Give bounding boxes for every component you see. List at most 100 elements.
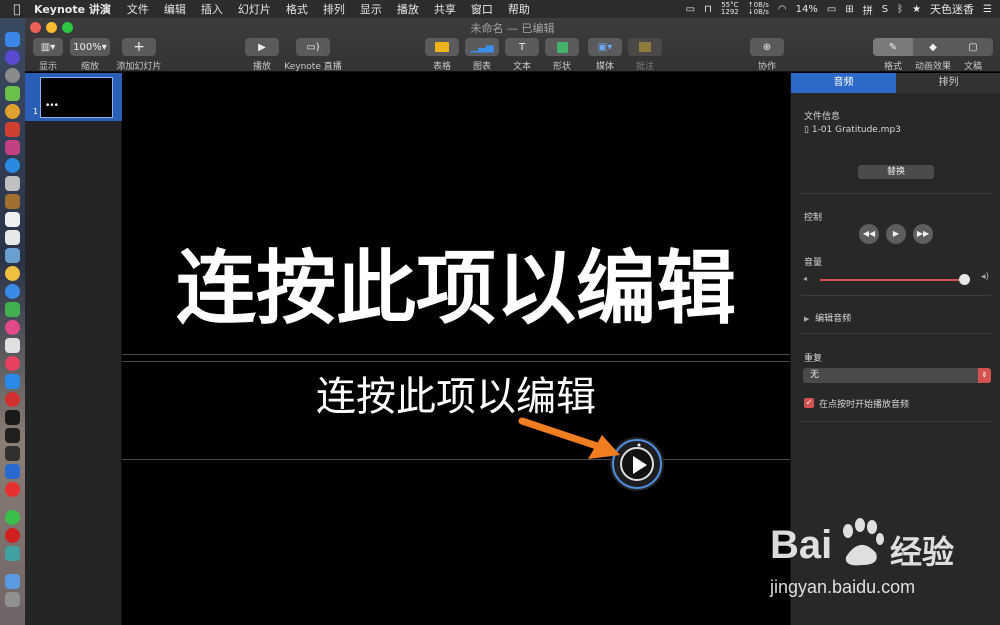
yandex-icon[interactable] bbox=[5, 482, 20, 497]
finder-icon[interactable] bbox=[5, 32, 20, 47]
slide-thumbnail-selected[interactable]: 1 ••• bbox=[25, 73, 122, 121]
music-icon[interactable] bbox=[5, 356, 20, 371]
replace-button[interactable]: 替换 bbox=[858, 165, 934, 179]
format-button[interactable]: ✎ bbox=[873, 38, 913, 56]
console-icon[interactable] bbox=[5, 446, 20, 461]
table-button[interactable] bbox=[425, 38, 459, 56]
app-store-icon[interactable] bbox=[5, 374, 20, 389]
input-method-icon[interactable]: 拼 bbox=[863, 2, 873, 17]
folder-icon[interactable] bbox=[5, 574, 20, 589]
disclosure-triangle-icon: ▶ bbox=[804, 315, 810, 323]
table-icon bbox=[435, 42, 449, 52]
siri-icon[interactable] bbox=[5, 50, 20, 65]
preview-icon[interactable] bbox=[5, 248, 20, 263]
wechat-icon[interactable] bbox=[5, 510, 20, 525]
stickies-icon[interactable] bbox=[5, 230, 20, 245]
apple-menu-icon[interactable]:  bbox=[0, 2, 34, 16]
media-button[interactable]: ▣▾ bbox=[588, 38, 622, 56]
volume-high-icon: ◂) bbox=[981, 272, 990, 282]
menu-window[interactable]: 窗口 bbox=[471, 1, 493, 17]
list-icon[interactable]: ☰ bbox=[983, 4, 992, 15]
tab-audio[interactable]: 音频 bbox=[791, 73, 896, 93]
wifi-icon[interactable]: ◠ bbox=[778, 4, 787, 15]
menu-file[interactable]: 文件 bbox=[127, 1, 149, 17]
menu-format[interactable]: 格式 bbox=[286, 1, 308, 17]
battery-percent[interactable]: 14% bbox=[796, 4, 818, 15]
watermark-url: jingyan.baidu.com bbox=[770, 577, 916, 597]
network-readout[interactable]: ↑0B/s ↓0B/s bbox=[748, 2, 769, 16]
menu-play[interactable]: 播放 bbox=[397, 1, 419, 17]
animate-button[interactable]: ◆ bbox=[913, 38, 953, 56]
add-slide-button[interactable]: + bbox=[122, 38, 156, 56]
calendar-icon[interactable] bbox=[5, 212, 20, 227]
bookmark-icon[interactable]: ⊓ bbox=[704, 4, 712, 15]
notes-icon[interactable] bbox=[5, 140, 20, 155]
sogou-icon[interactable]: S bbox=[882, 4, 888, 15]
menu-share[interactable]: 共享 bbox=[434, 1, 456, 17]
document-button[interactable]: ▢ bbox=[953, 38, 993, 56]
user-name[interactable]: 天色迷香 bbox=[930, 1, 974, 17]
book-icon[interactable] bbox=[5, 194, 20, 209]
fast-forward-button[interactable]: ▶▶ bbox=[913, 224, 933, 244]
safari-icon[interactable] bbox=[5, 158, 20, 173]
menu-help[interactable]: 帮助 bbox=[508, 1, 530, 17]
menu-view[interactable]: 显示 bbox=[360, 1, 382, 17]
collaborate-button[interactable]: ⊕ bbox=[750, 38, 784, 56]
vpn-icon[interactable] bbox=[5, 338, 20, 353]
menu-edit[interactable]: 编辑 bbox=[164, 1, 186, 17]
start-on-click-checkbox[interactable]: ✓ bbox=[804, 398, 814, 408]
status-area: ▭ ⊓ 55°C 1292 ↑0B/s ↓0B/s ◠ 14% ▭ ⊞ 拼 S … bbox=[686, 0, 992, 18]
image-icon: ▣▾ bbox=[597, 41, 613, 53]
display-icon[interactable]: ▭ bbox=[686, 4, 695, 15]
trash-icon[interactable] bbox=[5, 592, 20, 607]
text-button[interactable]: T bbox=[505, 38, 539, 56]
tab-arrange[interactable]: 排列 bbox=[896, 73, 1000, 93]
document-label: 文稿 bbox=[963, 62, 982, 72]
chevron-updown-icon: ⇕ bbox=[978, 368, 991, 383]
battery-icon: ▭ bbox=[826, 3, 837, 15]
bluetooth-icon[interactable]: ᛒ bbox=[897, 4, 903, 15]
screenshot-icon[interactable] bbox=[5, 546, 20, 561]
photos-app-icon[interactable] bbox=[5, 266, 20, 281]
messages-icon[interactable] bbox=[5, 284, 20, 299]
slide-thumbnail[interactable] bbox=[40, 77, 113, 118]
chrome-icon[interactable] bbox=[5, 104, 20, 119]
shape-button[interactable] bbox=[545, 38, 579, 56]
slide-subtitle[interactable]: 连按此项以编辑 bbox=[122, 373, 790, 421]
keyboard-icon[interactable]: ⊞ bbox=[845, 4, 853, 15]
subtitle-bottom-guide bbox=[122, 459, 790, 460]
facetime-icon[interactable] bbox=[5, 302, 20, 317]
menu-arrange[interactable]: 排列 bbox=[323, 1, 345, 17]
view-button[interactable]: ▥▾ bbox=[33, 38, 63, 56]
netease-icon[interactable] bbox=[5, 528, 20, 543]
launchpad-icon[interactable] bbox=[5, 68, 20, 83]
plus-icon: + bbox=[133, 39, 145, 55]
vpn-app-icon[interactable] bbox=[5, 464, 20, 479]
itunes-icon[interactable] bbox=[5, 320, 20, 335]
star-icon[interactable]: ★ bbox=[912, 4, 921, 15]
volume-slider[interactable] bbox=[820, 279, 964, 281]
activity-icon[interactable] bbox=[5, 428, 20, 443]
terminal-icon[interactable] bbox=[5, 410, 20, 425]
repeat-select[interactable]: 无 ⇕ bbox=[803, 368, 991, 383]
slide-canvas[interactable]: 连按此项以编辑 连按此项以编辑 bbox=[122, 73, 790, 625]
photos-icon[interactable] bbox=[5, 176, 20, 191]
vivaldi-icon[interactable] bbox=[5, 392, 20, 407]
rewind-button[interactable]: ◀◀ bbox=[859, 224, 879, 244]
document-icon: ▢ bbox=[968, 41, 978, 53]
zoom-dropdown[interactable]: 100% ▾ bbox=[70, 38, 110, 56]
keynote-live-button[interactable]: ▭) bbox=[296, 38, 330, 56]
app-menu[interactable]: Keynote 讲演 bbox=[34, 1, 111, 17]
play-button[interactable]: ▶ bbox=[245, 38, 279, 56]
slide-title[interactable]: 连按此项以编辑 bbox=[122, 241, 790, 337]
temperature-readout[interactable]: 55°C 1292 bbox=[721, 2, 739, 16]
chart-button[interactable]: ▁▃▅ bbox=[465, 38, 499, 56]
menu-slide[interactable]: 幻灯片 bbox=[238, 1, 271, 17]
comment-button[interactable] bbox=[628, 38, 662, 56]
volume-slider-knob[interactable] bbox=[958, 274, 970, 285]
edit-audio-disclosure[interactable]: ▶ 编辑音频 bbox=[804, 311, 851, 324]
menu-insert[interactable]: 插入 bbox=[201, 1, 223, 17]
wps-icon[interactable] bbox=[5, 122, 20, 137]
android-icon[interactable] bbox=[5, 86, 20, 101]
audio-preview-play-button[interactable]: ▶ bbox=[886, 224, 906, 244]
